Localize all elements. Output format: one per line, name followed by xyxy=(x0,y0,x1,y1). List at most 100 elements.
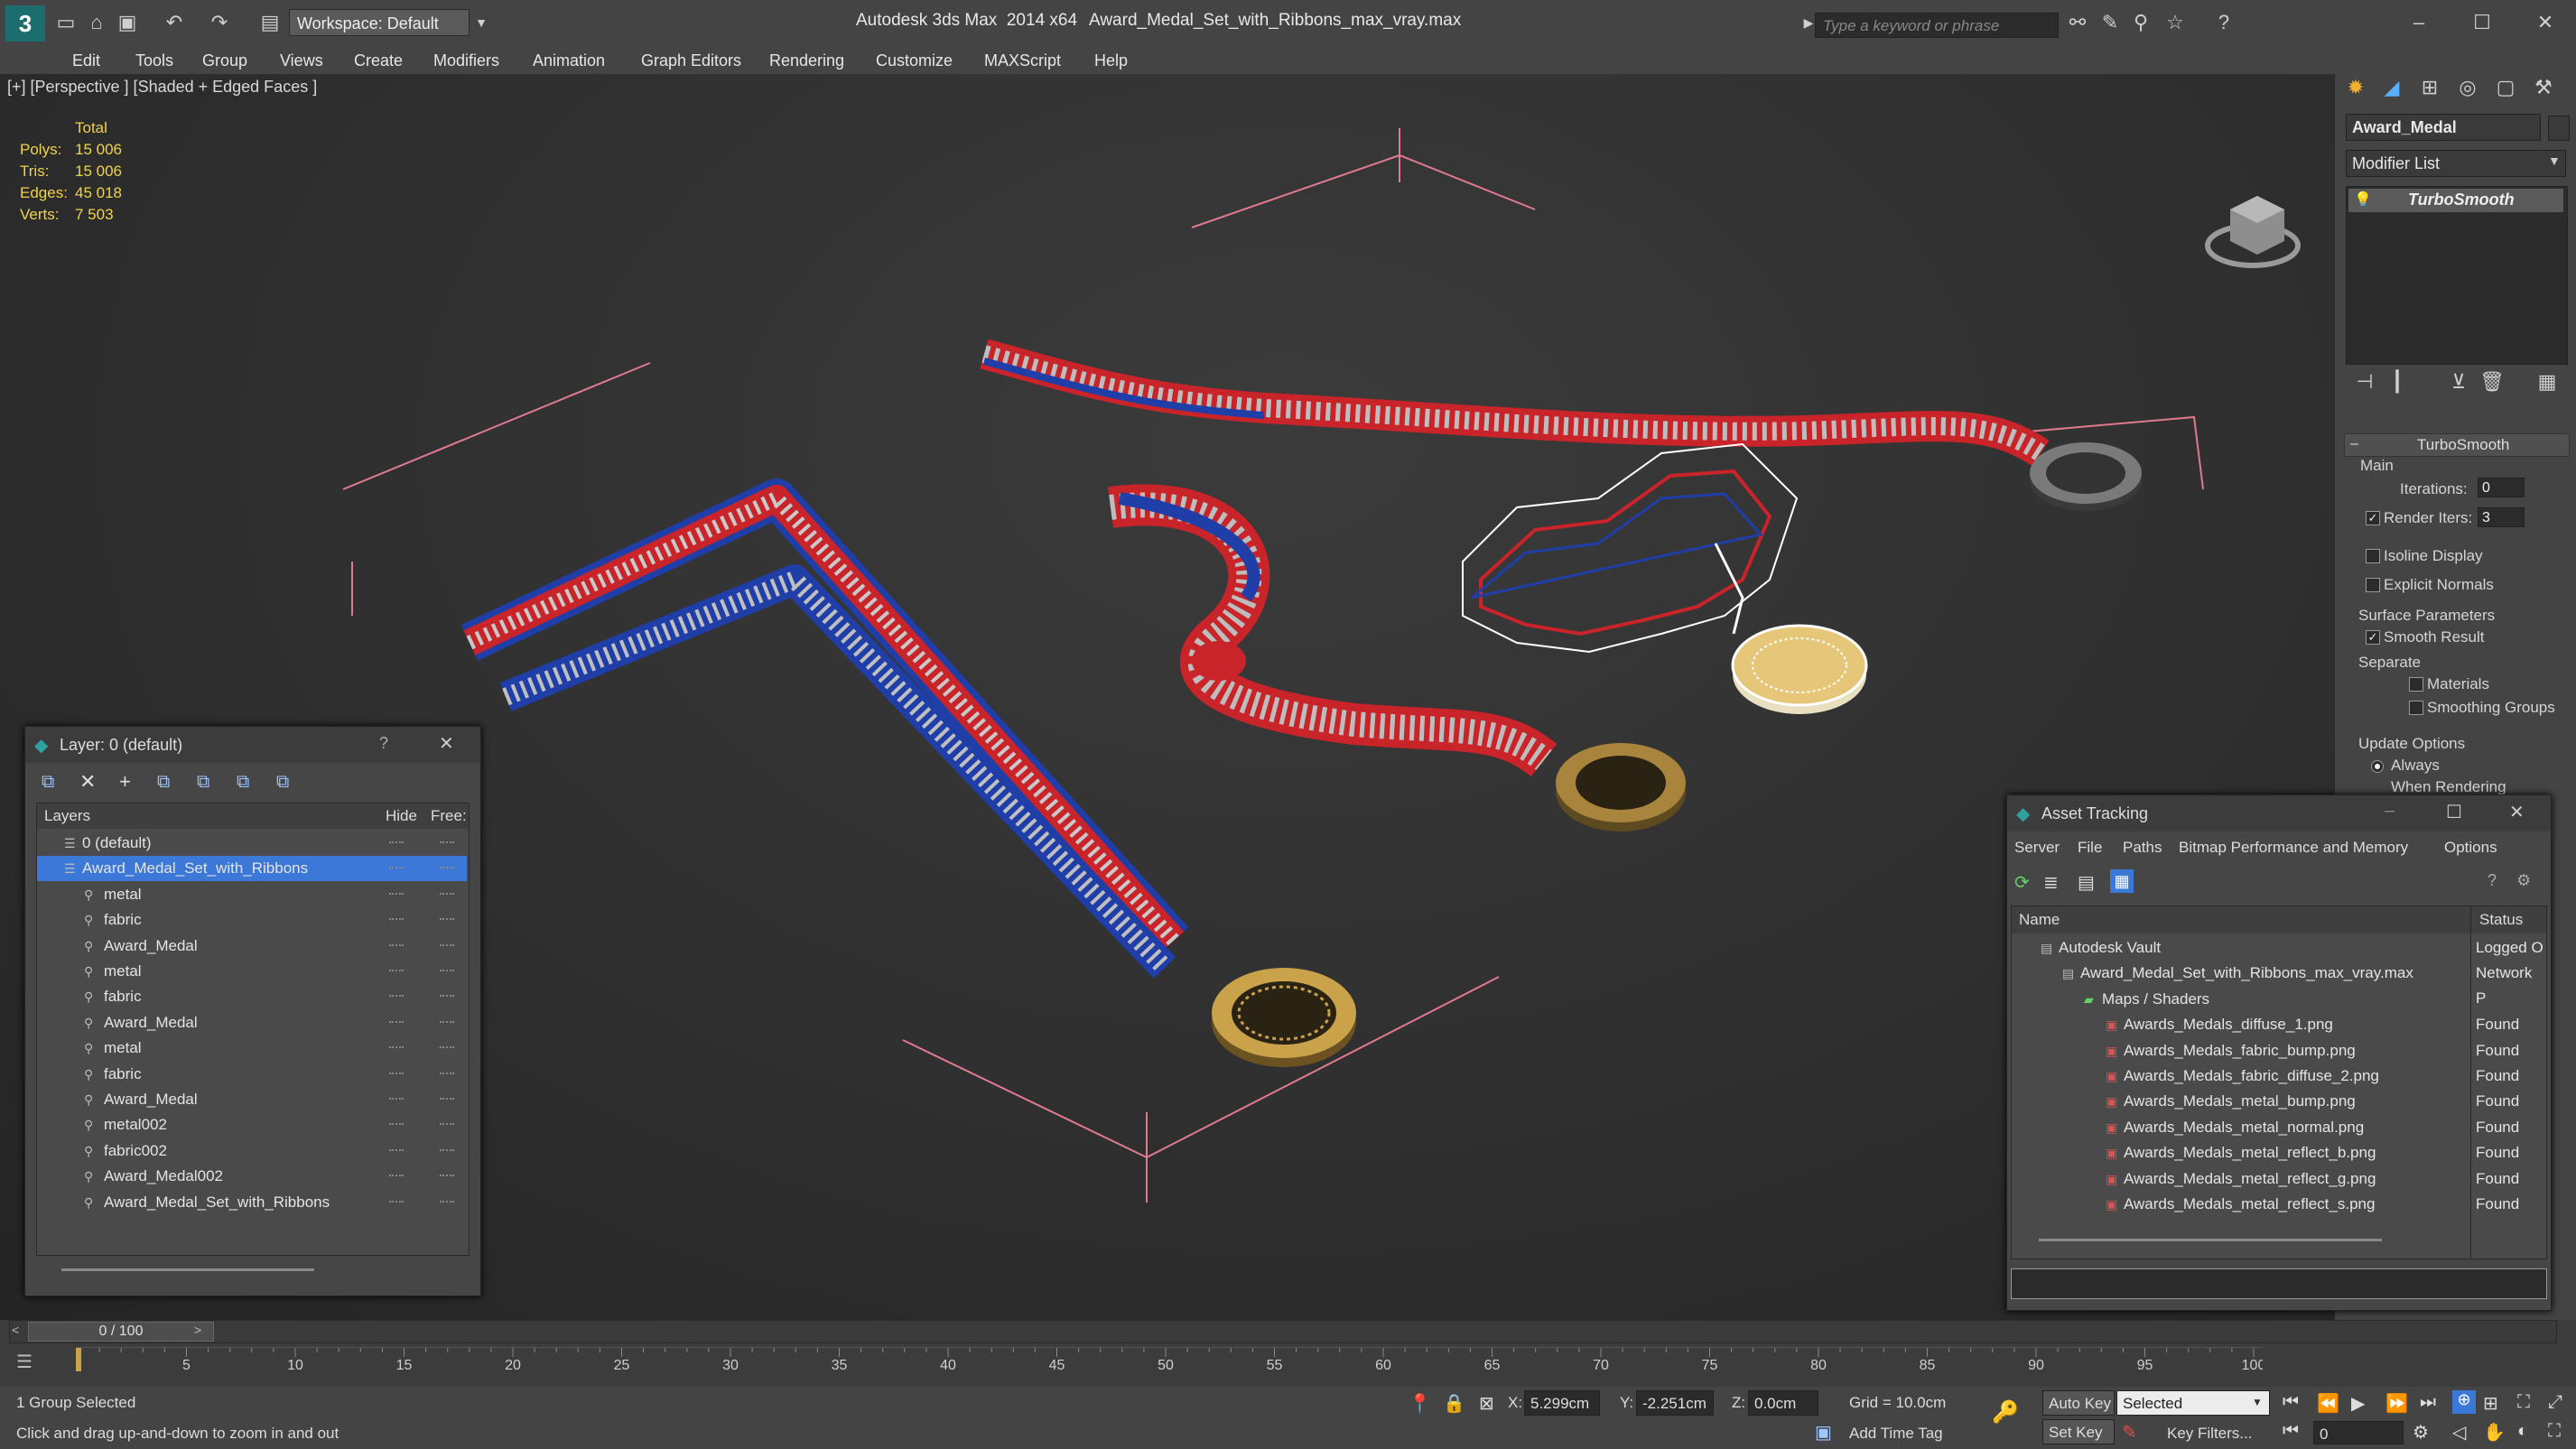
set-key-icon[interactable]: ✎ xyxy=(2122,1421,2137,1444)
freeze-toggle[interactable] xyxy=(440,1123,454,1128)
layer-help-icon[interactable]: ? xyxy=(379,734,388,753)
layer-row[interactable]: ⚲ metal002 xyxy=(37,1112,467,1138)
menu-help[interactable]: Help xyxy=(1094,51,1128,70)
modifier-list-dropdown[interactable]: Modifier List xyxy=(2346,150,2566,177)
zoom-all-icon[interactable]: ⊞ xyxy=(2483,1392,2498,1415)
configure-sets-icon[interactable]: ▦ xyxy=(2535,370,2559,394)
save-icon[interactable]: ▣ xyxy=(116,11,139,34)
layer-row[interactable]: ⚲ fabric xyxy=(37,907,467,933)
freeze-toggle[interactable] xyxy=(440,867,454,871)
open-file-icon[interactable]: ⌂ xyxy=(85,11,108,34)
asset-row[interactable]: ▣ Awards_Medals_metal_reflect_s.png Found xyxy=(2012,1192,2544,1217)
binoculars-icon[interactable]: ⚯ xyxy=(2066,11,2089,34)
key-icon[interactable]: 🔑 xyxy=(1992,1399,2019,1426)
freeze-toggle[interactable] xyxy=(440,1200,454,1205)
time-tag-icon[interactable]: ▣ xyxy=(1815,1421,1832,1444)
delete-layer-icon[interactable]: ✕ xyxy=(79,770,96,794)
asset-row[interactable]: ▤ Autodesk Vault Logged O xyxy=(2012,935,2544,961)
hide-toggle[interactable] xyxy=(389,918,404,923)
select-objects-icon[interactable]: ⧉ xyxy=(157,772,170,793)
rollout-collapse-icon[interactable]: – xyxy=(2350,436,2358,452)
hierarchy-tab-icon[interactable]: ⊞ xyxy=(2418,76,2441,99)
display-tab-icon[interactable]: ▢ xyxy=(2494,76,2517,99)
hide-toggle[interactable] xyxy=(389,943,404,949)
absolute-mode-icon[interactable]: ⊠ xyxy=(1479,1392,1494,1415)
bulb-icon[interactable]: 💡 xyxy=(2354,190,2372,209)
asset-row[interactable]: ▣ Awards_Medals_metal_reflect_g.png Found xyxy=(2012,1166,2544,1192)
object-color-swatch[interactable] xyxy=(2548,116,2570,141)
col-status[interactable]: Status xyxy=(2479,911,2523,929)
layer-row[interactable]: ⚲ Award_Medal002 xyxy=(37,1164,467,1189)
medal-small[interactable] xyxy=(2030,442,2142,511)
menu-create[interactable]: Create xyxy=(354,51,403,70)
layer-row[interactable]: ⚲ metal xyxy=(37,882,467,907)
ribbon-middle[interactable] xyxy=(1107,484,1558,777)
layer-row[interactable]: ☰ Award_Medal_Set_with_Ribbons xyxy=(37,856,467,882)
freeze-toggle[interactable] xyxy=(440,918,454,923)
freeze-toggle[interactable] xyxy=(440,841,454,846)
layer-hscrollbar[interactable] xyxy=(61,1268,314,1271)
ribbon-top[interactable] xyxy=(980,339,2050,467)
make-unique-icon[interactable]: ⊻ xyxy=(2447,370,2470,394)
workspace-dropdown[interactable]: Workspace: Default xyxy=(289,9,470,36)
freeze-toggle[interactable] xyxy=(440,943,454,949)
viewcube[interactable] xyxy=(2205,196,2301,268)
smoothing-groups-checkbox[interactable] xyxy=(2409,701,2423,715)
menu-modifiers[interactable]: Modifiers xyxy=(433,51,499,70)
new-layer-icon[interactable]: ⧉ xyxy=(42,772,54,793)
menu-graph-editors[interactable]: Graph Editors xyxy=(641,51,741,70)
time-next-icon[interactable]: > xyxy=(194,1323,201,1337)
ribbon-large[interactable] xyxy=(460,478,1189,979)
asset-list[interactable]: Name Status ▤ Autodesk Vault Logged O ▤ Awar… xyxy=(2011,906,2547,1259)
freeze-toggle[interactable] xyxy=(440,1098,454,1102)
z-coordinate-field[interactable]: 0.0cm xyxy=(1748,1390,1818,1416)
asset-maximize-icon[interactable]: ☐ xyxy=(2446,801,2462,823)
col-hide[interactable]: Hide xyxy=(386,807,417,825)
asset-menu-bitmap-performance[interactable]: Bitmap Performance and Memory xyxy=(2179,839,2408,857)
layer-row[interactable]: ⚲ Award_Medal xyxy=(37,1010,467,1036)
medal-large[interactable] xyxy=(1212,968,1356,1067)
menu-customize[interactable]: Customize xyxy=(876,51,953,70)
zoom-icon[interactable]: ⊕ xyxy=(2452,1390,2476,1414)
isoline-checkbox[interactable] xyxy=(2366,549,2380,563)
add-time-tag-label[interactable]: Add Time Tag xyxy=(1849,1425,1943,1443)
menu-maxscript[interactable]: MAXScript xyxy=(984,51,1061,70)
menu-rendering[interactable]: Rendering xyxy=(769,51,844,70)
asset-help-icon[interactable]: ? xyxy=(2488,871,2497,890)
go-to-end-icon[interactable]: ⏭ xyxy=(2420,1392,2436,1413)
freeze-toggle[interactable] xyxy=(440,1020,454,1026)
asset-row[interactable]: ▣ Awards_Medals_metal_reflect_b.png Found xyxy=(2012,1140,2544,1166)
col-name[interactable]: Name xyxy=(2019,911,2060,929)
hide-toggle[interactable] xyxy=(389,1098,404,1102)
favorites-star-icon[interactable]: ☆ xyxy=(2163,11,2187,34)
menu-views[interactable]: Views xyxy=(280,51,323,70)
viewport-label[interactable]: [+] [Perspective ] [Shaded + Edged Faces… xyxy=(7,78,317,97)
asset-row[interactable]: ▤ Award_Medal_Set_with_Ribbons_max_vray.m… xyxy=(2012,961,2544,1007)
minimize-icon[interactable]: – xyxy=(2407,11,2431,34)
hide-toggle[interactable] xyxy=(389,1175,404,1179)
isolate-icon[interactable]: 📍 xyxy=(1409,1392,1431,1415)
materials-checkbox[interactable] xyxy=(2409,677,2423,692)
medal-middle[interactable] xyxy=(1556,743,1686,831)
motion-tab-icon[interactable]: ◎ xyxy=(2456,76,2479,99)
freeze-toggle[interactable] xyxy=(440,970,454,974)
thumbnail-view-icon[interactable]: ▤ xyxy=(2078,871,2095,894)
freeze-toggle[interactable] xyxy=(440,1175,454,1179)
maximize-viewport-icon[interactable]: ⤢ xyxy=(2548,1392,2562,1413)
hide-toggle[interactable] xyxy=(389,892,404,897)
layer-row[interactable]: ⚲ metal xyxy=(37,1036,467,1061)
layer-window-titlebar[interactable]: ◆ Layer: 0 (default) ? ✕ xyxy=(25,727,480,763)
help-icon[interactable]: ? xyxy=(2212,11,2236,34)
col-layers[interactable]: Layers xyxy=(44,807,90,825)
add-to-layer-icon[interactable]: + xyxy=(119,770,131,794)
ribbon-selected-wireframe[interactable] xyxy=(1462,442,1799,654)
asset-minimize-icon[interactable]: – xyxy=(2385,801,2395,822)
redo-icon[interactable]: ↷ xyxy=(208,11,231,34)
layer-list[interactable]: Layers Hide Free: ☰ 0 (default) ☰ Award_Med… xyxy=(36,803,470,1256)
menu-animation[interactable]: Animation xyxy=(533,51,605,70)
asset-menu-options[interactable]: Options xyxy=(2444,839,2497,857)
table-view-icon[interactable]: ▦ xyxy=(2110,869,2134,893)
explicit-normals-checkbox[interactable] xyxy=(2366,578,2380,592)
track-bar[interactable]: 5 10 15 20 25 30 35 40 45 50 55 60 65 70 75 80 85 90 95 100 xyxy=(76,1347,2263,1371)
close-icon[interactable]: ✕ xyxy=(2534,11,2557,34)
